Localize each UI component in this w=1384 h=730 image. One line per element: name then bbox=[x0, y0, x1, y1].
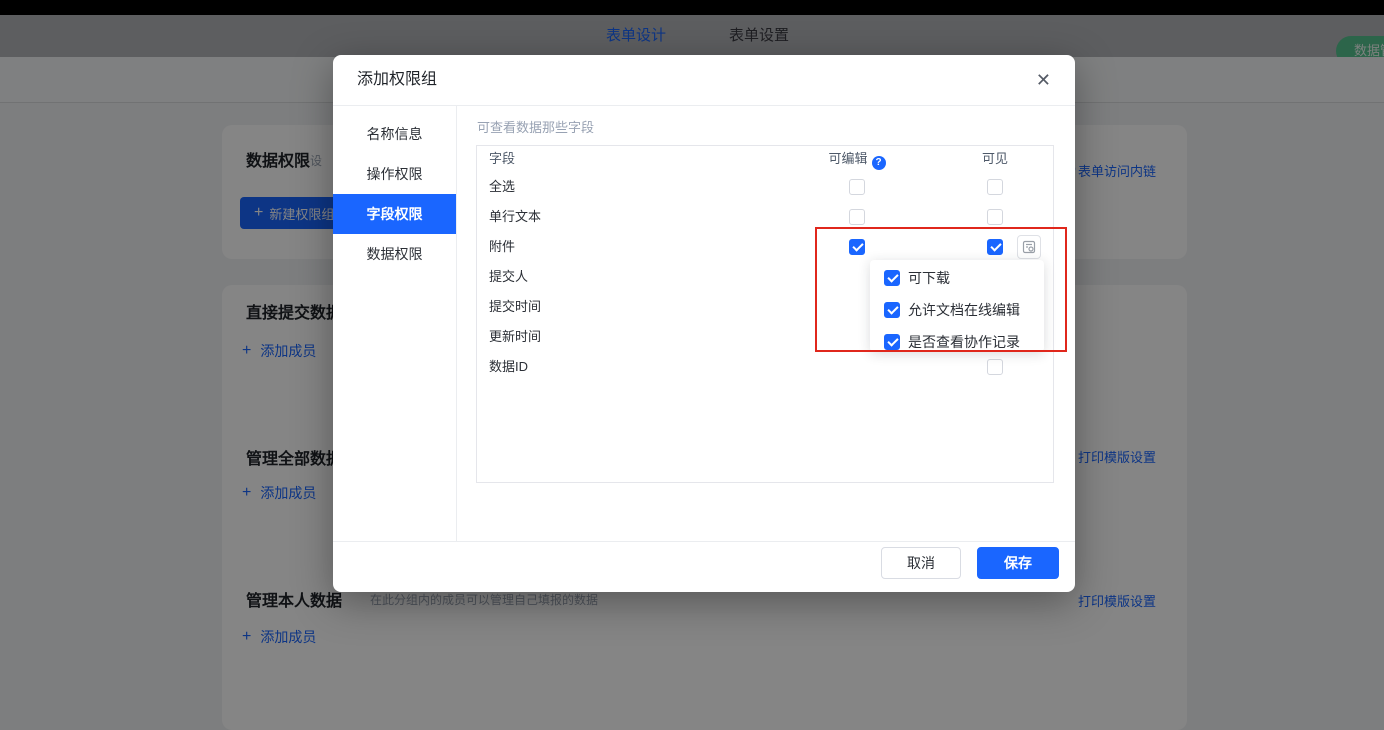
row-label: 全选 bbox=[489, 172, 515, 202]
sidebar-item-operation-permission[interactable]: 操作权限 bbox=[333, 154, 456, 194]
popup-item-label: 可下载 bbox=[908, 268, 950, 288]
screen-top-black-bar bbox=[0, 0, 1384, 15]
sidebar-item-field-permission[interactable]: 字段权限 bbox=[333, 194, 456, 234]
close-icon[interactable]: ✕ bbox=[1032, 55, 1055, 105]
popup-item-downloadable: 可下载 bbox=[884, 268, 1038, 288]
sidebar-item-name-info[interactable]: 名称信息 bbox=[333, 114, 456, 154]
row-label: 更新时间 bbox=[489, 322, 541, 352]
modal-title: 添加权限组 bbox=[357, 55, 437, 105]
popup-checkbox[interactable] bbox=[884, 302, 900, 318]
column-header-editable-label: 可编辑 bbox=[828, 151, 867, 166]
modal-footer-divider bbox=[333, 541, 1075, 542]
row-label: 附件 bbox=[489, 232, 515, 262]
editable-checkbox[interactable] bbox=[849, 239, 865, 255]
editable-checkbox[interactable] bbox=[849, 179, 865, 195]
help-icon[interactable]: ? bbox=[872, 156, 886, 170]
table-row-select-all: 全选 bbox=[477, 172, 1053, 202]
save-button[interactable]: 保存 bbox=[977, 547, 1059, 579]
attachment-permission-popup: 可下载 允许文档在线编辑 是否查看协作记录 bbox=[870, 260, 1044, 352]
column-header-field: 字段 bbox=[489, 146, 515, 172]
popup-item-label: 允许文档在线编辑 bbox=[908, 300, 1020, 320]
popup-item-online-edit: 允许文档在线编辑 bbox=[884, 300, 1038, 320]
visible-checkbox[interactable] bbox=[987, 179, 1003, 195]
cancel-button[interactable]: 取消 bbox=[881, 547, 961, 579]
row-label: 提交时间 bbox=[489, 292, 541, 322]
table-row-single-line-text: 单行文本 bbox=[477, 202, 1053, 232]
column-header-editable: 可编辑? bbox=[817, 146, 897, 172]
modal-sidebar: 名称信息 操作权限 字段权限 数据权限 bbox=[333, 106, 457, 541]
editable-checkbox[interactable] bbox=[849, 209, 865, 225]
column-header-visible: 可见 bbox=[955, 146, 1035, 172]
visible-checkbox[interactable] bbox=[987, 209, 1003, 225]
attachment-settings-icon bbox=[1022, 240, 1036, 254]
table-row-attachment: 附件 bbox=[477, 232, 1053, 262]
table-row-data-id: 数据ID bbox=[477, 352, 1053, 382]
popup-item-collaboration-record: 是否查看协作记录 bbox=[884, 332, 1038, 352]
popup-item-label: 是否查看协作记录 bbox=[908, 332, 1020, 352]
row-label: 单行文本 bbox=[489, 202, 541, 232]
popup-checkbox[interactable] bbox=[884, 334, 900, 350]
attachment-settings-button[interactable] bbox=[1017, 235, 1041, 259]
visible-checkbox[interactable] bbox=[987, 239, 1003, 255]
popup-checkbox[interactable] bbox=[884, 270, 900, 286]
panel-title: 可查看数据那些字段 bbox=[477, 118, 594, 138]
add-permission-group-modal: 添加权限组 ✕ 名称信息 操作权限 字段权限 数据权限 可查看数据那些字段 字段… bbox=[333, 55, 1075, 592]
row-label: 提交人 bbox=[489, 262, 528, 292]
visible-checkbox[interactable] bbox=[987, 359, 1003, 375]
row-label: 数据ID bbox=[489, 352, 528, 382]
sidebar-item-data-permission[interactable]: 数据权限 bbox=[333, 234, 456, 274]
